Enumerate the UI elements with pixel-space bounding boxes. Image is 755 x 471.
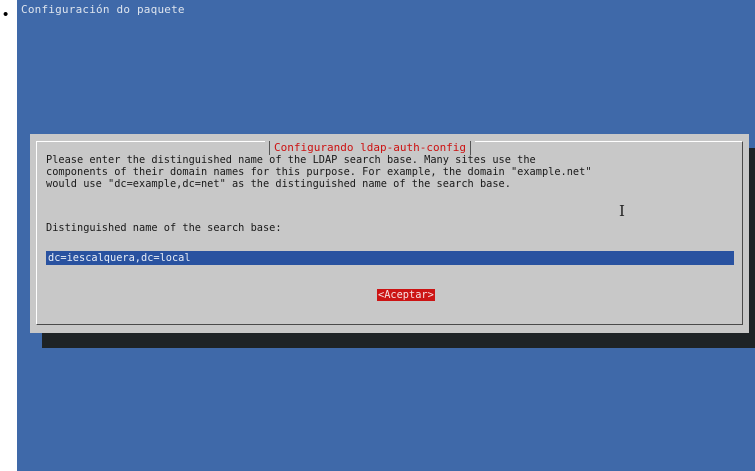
accept-button[interactable]: <Aceptar> <box>377 289 435 301</box>
description-line: would use "dc=example,dc=net" as the dis… <box>46 178 511 190</box>
description-line: components of their domain names for thi… <box>46 166 592 178</box>
list-bullet: • <box>3 6 9 23</box>
backtitle: Configuración do paquete <box>21 3 185 16</box>
terminal-screen: Configuración do paquete Configurando ld… <box>17 0 755 471</box>
search-base-label: Distinguished name of the search base: <box>46 222 282 234</box>
description-line: Please enter the distinguished name of t… <box>46 154 536 166</box>
dialog-description: Please enter the distinguished name of t… <box>46 154 592 190</box>
mouse-cursor-icon: I <box>619 202 625 220</box>
search-base-input[interactable]: dc=iescalquera,dc=local <box>46 251 734 265</box>
config-dialog: Configurando ldap-auth-config Please ent… <box>30 134 749 333</box>
dialog-title: Configurando ldap-auth-config <box>265 141 476 155</box>
